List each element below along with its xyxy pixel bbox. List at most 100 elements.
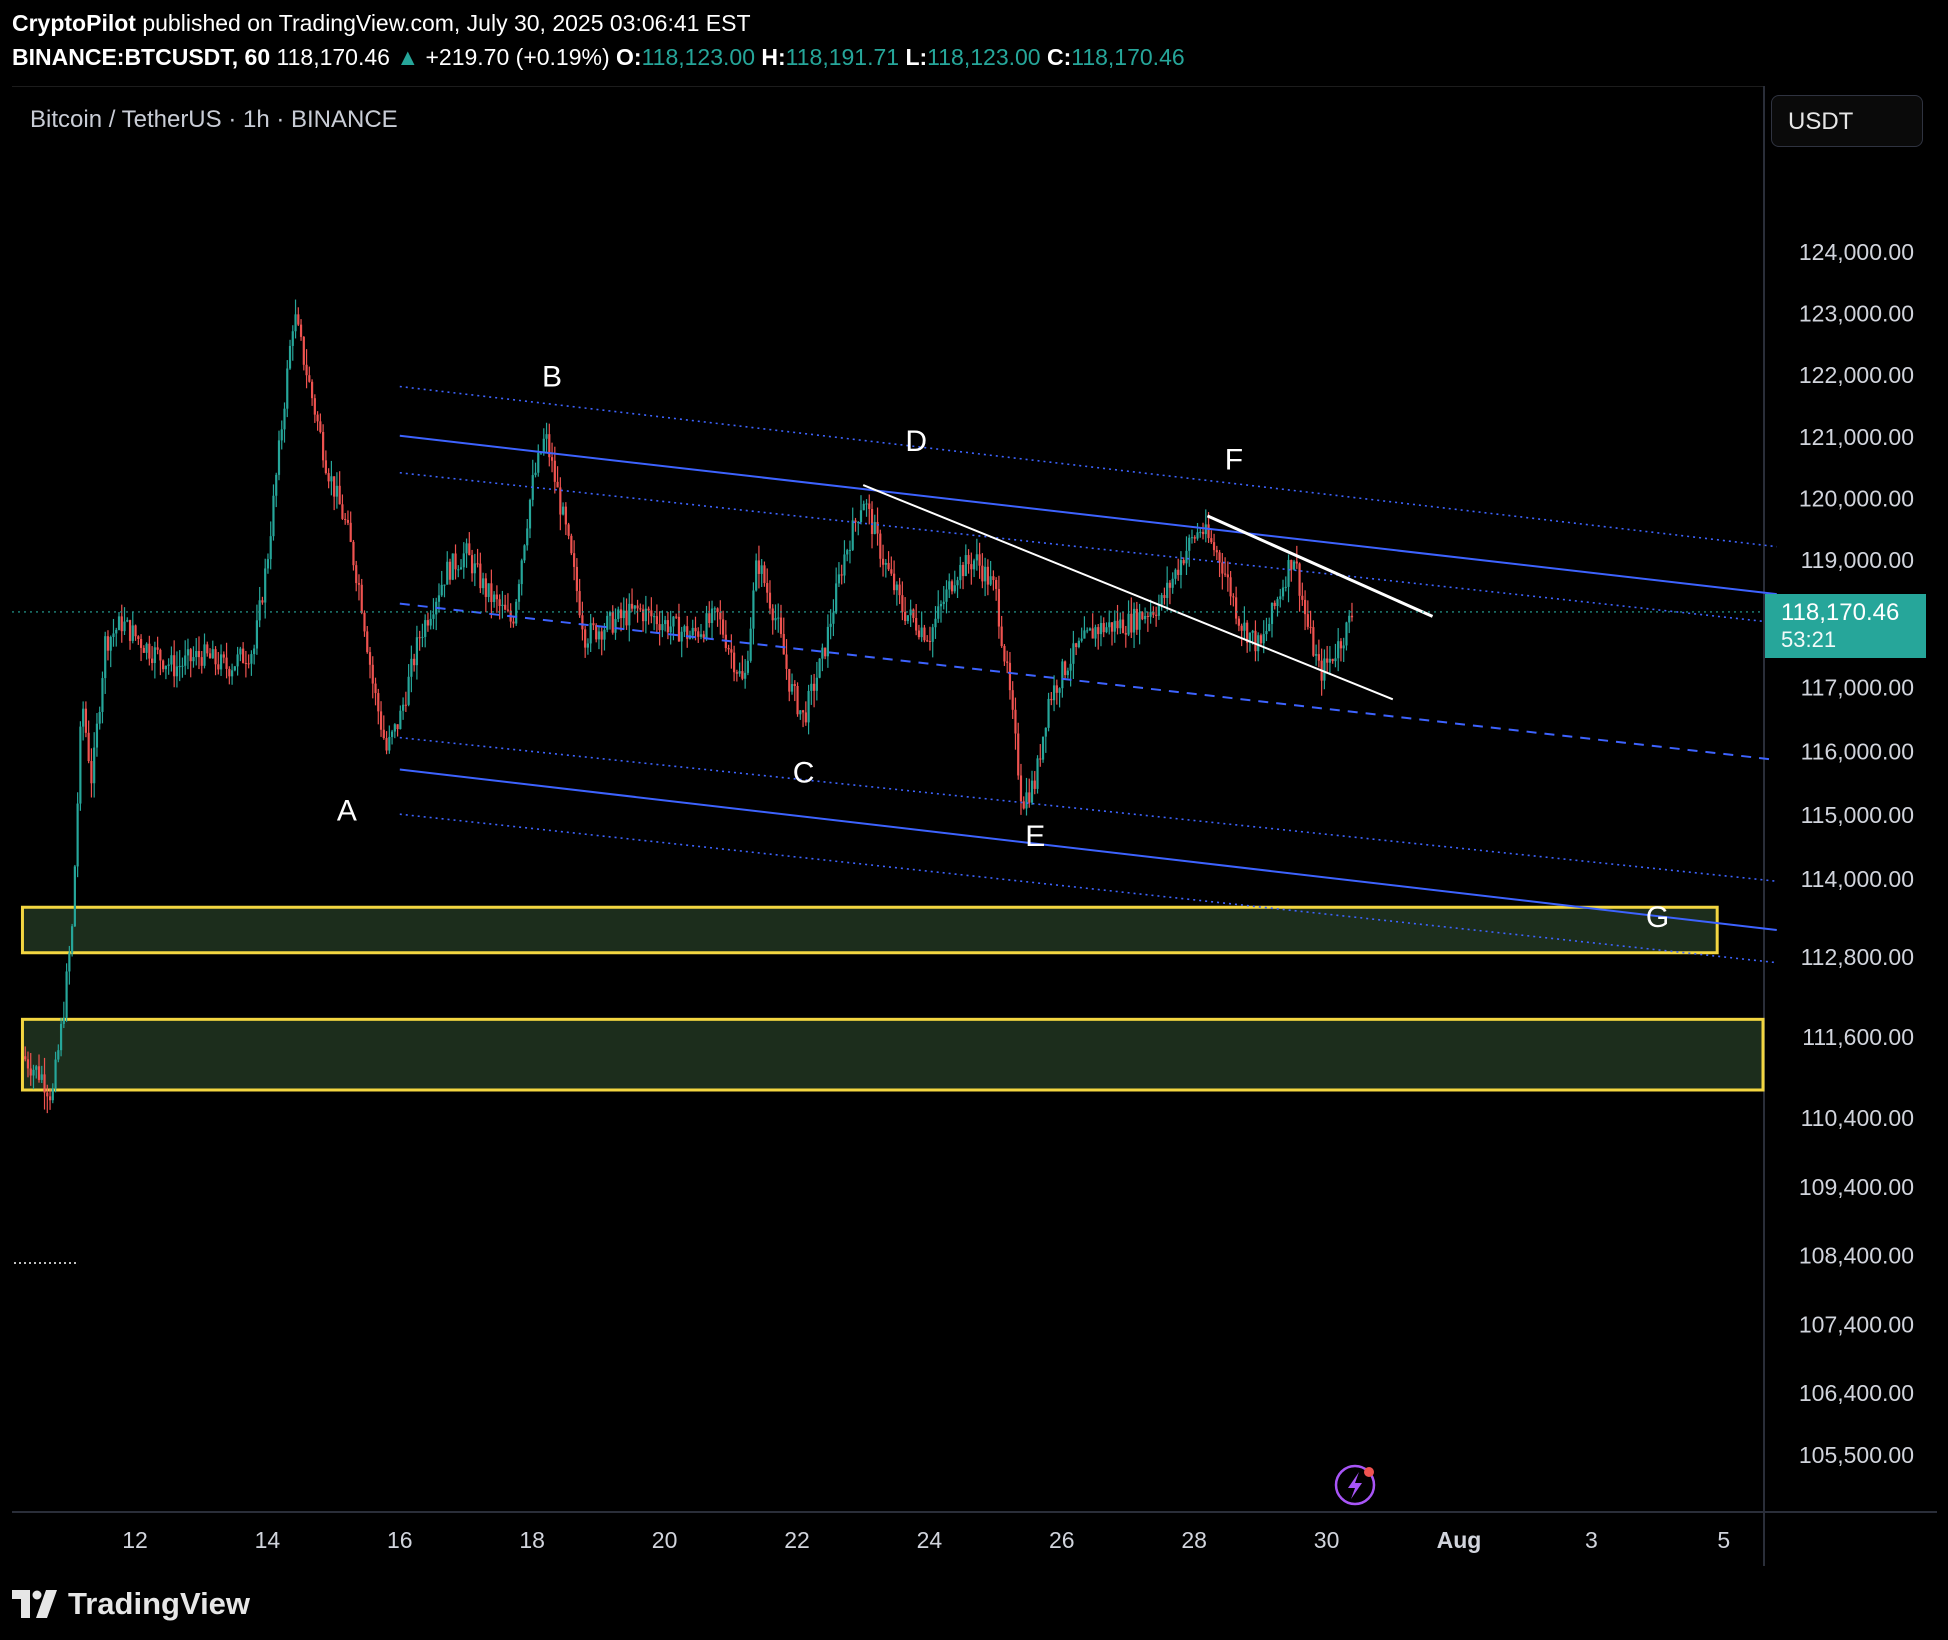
candle-body-247 xyxy=(705,613,708,638)
candle-body-277 xyxy=(788,668,791,692)
demand-zone-1[interactable] xyxy=(20,905,1719,955)
candle-body-213 xyxy=(611,612,614,633)
candle-body-13 xyxy=(59,1023,63,1051)
candle-body-378 xyxy=(1066,670,1069,676)
candle-body-103 xyxy=(308,375,311,382)
candle-body-108 xyxy=(322,432,325,461)
candle-body-318 xyxy=(901,595,904,612)
candle-body-422 xyxy=(1188,537,1191,551)
trendline-1[interactable] xyxy=(862,484,1394,701)
candle-body-129 xyxy=(379,711,383,730)
candle-body-338 xyxy=(956,580,959,586)
candle-body-448 xyxy=(1259,635,1263,644)
chart-canvas[interactable]: ABCDEFG124,000.00123,000.00122,000.00121… xyxy=(0,0,1948,1640)
candle-body-420 xyxy=(1182,560,1185,564)
price-axis-label: 106,400.00 xyxy=(1799,1380,1914,1406)
candle-body-43 xyxy=(142,647,145,653)
candle-body-459 xyxy=(1290,560,1293,570)
candle-body-339 xyxy=(959,564,962,581)
candle-body-138 xyxy=(404,704,407,706)
candle-body-24 xyxy=(90,761,93,784)
candle-body-3 xyxy=(32,1069,35,1076)
candle-body-342 xyxy=(967,555,970,565)
candle-body-252 xyxy=(719,612,722,620)
candle-body-477 xyxy=(1339,641,1343,649)
candle-body-290 xyxy=(824,647,827,657)
candle-body-270 xyxy=(768,592,772,609)
candle-body-392 xyxy=(1105,627,1108,633)
candle-body-382 xyxy=(1077,640,1081,648)
candle-body-418 xyxy=(1177,569,1180,575)
candle-body-166 xyxy=(482,578,485,589)
candle-body-84 xyxy=(255,620,259,649)
candle-body-37 xyxy=(126,620,129,622)
wave-label-a: A xyxy=(337,795,357,828)
candle-body-225 xyxy=(644,608,647,622)
trendline-2[interactable] xyxy=(1206,514,1434,618)
candle-body-472 xyxy=(1326,658,1329,663)
candle-body-23 xyxy=(87,732,90,762)
channel-midline[interactable] xyxy=(399,602,1777,761)
time-axis-label: Aug xyxy=(1437,1527,1482,1553)
candle-body-167 xyxy=(484,578,487,597)
candle-body-344 xyxy=(972,560,976,570)
candle-body-81 xyxy=(247,663,250,665)
price-axis-label: 116,000.00 xyxy=(1801,738,1914,764)
candle-body-355 xyxy=(1003,646,1006,662)
candle-body-197 xyxy=(567,524,570,536)
candle-body-205 xyxy=(589,623,592,644)
candle-body-452 xyxy=(1270,602,1274,624)
candle-body-292 xyxy=(829,623,832,627)
candle-body-467 xyxy=(1312,627,1315,656)
candle-body-156 xyxy=(454,553,457,570)
candle-body-349 xyxy=(986,566,989,585)
candle-body-274 xyxy=(779,617,783,634)
candle-body-163 xyxy=(473,563,476,574)
candle-body-150 xyxy=(437,595,441,602)
candle-body-369 xyxy=(1041,736,1045,760)
candle-body-56 xyxy=(178,666,181,668)
candle-body-294 xyxy=(835,583,838,613)
candle-body-85 xyxy=(258,600,261,621)
candle-body-35 xyxy=(120,616,123,632)
demand-zone-2[interactable] xyxy=(20,1017,1765,1092)
channel-inner-dotted-2[interactable] xyxy=(399,736,1777,883)
candle-body-12 xyxy=(57,1050,60,1060)
candle-body-75 xyxy=(230,670,234,677)
candle-body-288 xyxy=(818,658,821,678)
candle-body-479 xyxy=(1345,622,1348,646)
candle-body-357 xyxy=(1008,662,1012,691)
candle-body-11 xyxy=(54,1059,57,1089)
tradingview-logo[interactable]: TradingView xyxy=(12,1584,250,1624)
candle-body-366 xyxy=(1033,780,1036,789)
candle-body-34 xyxy=(117,616,121,630)
candle-body-27 xyxy=(98,711,101,724)
candle-body-118 xyxy=(349,522,352,542)
candle-body-51 xyxy=(164,665,167,670)
candle-body-263 xyxy=(749,628,752,661)
candle-body-314 xyxy=(890,569,893,574)
candle-body-120 xyxy=(355,565,358,584)
candle-body-121 xyxy=(357,583,361,585)
candle-body-179 xyxy=(517,584,521,602)
price-axis-label: 119,000.00 xyxy=(1801,547,1914,573)
candle-body-289 xyxy=(821,647,824,659)
candle-body-440 xyxy=(1237,618,1240,626)
candle-body-335 xyxy=(948,581,951,590)
channel-inner-dotted-1[interactable] xyxy=(399,471,1777,624)
candle-body-304 xyxy=(862,503,865,511)
candle-body-429 xyxy=(1207,524,1210,539)
candle-body-264 xyxy=(752,590,755,629)
candle-body-189 xyxy=(545,434,548,439)
channel-upper-line[interactable] xyxy=(399,434,1777,596)
candle-body-191 xyxy=(550,457,554,461)
candle-body-267 xyxy=(760,565,763,574)
candle-body-299 xyxy=(848,549,852,551)
currency-button[interactable]: USDT xyxy=(1771,95,1923,147)
time-axis-label: 16 xyxy=(387,1527,413,1553)
candle-body-308 xyxy=(873,522,876,535)
candle-body-475 xyxy=(1334,658,1337,662)
candle-body-94 xyxy=(283,408,286,430)
channel-outer-dotted-1[interactable] xyxy=(399,385,1777,548)
wave-label-g: G xyxy=(1646,901,1669,934)
